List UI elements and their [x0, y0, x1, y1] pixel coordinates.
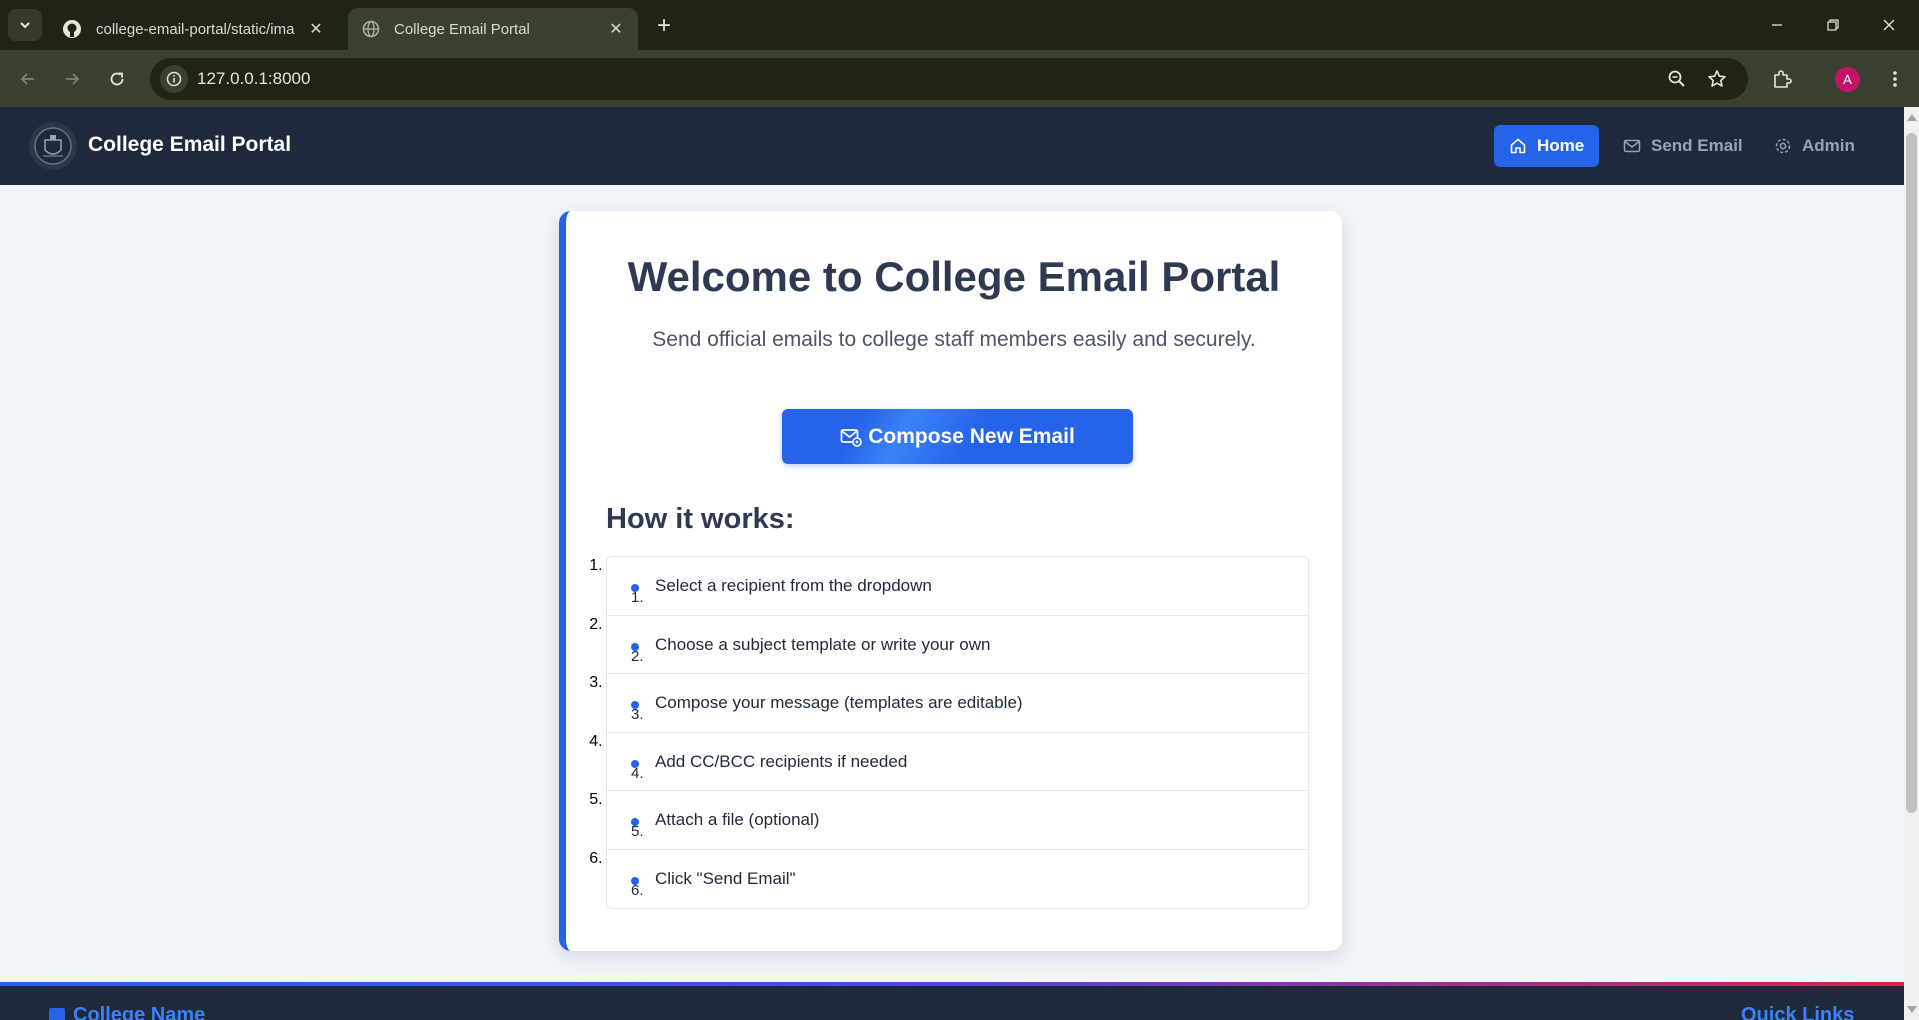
restore-button[interactable] [1810, 8, 1856, 42]
step-text: Compose your message (templates are edit… [655, 693, 1023, 712]
list-item: 4. Add CC/BCC recipients if needed [607, 733, 1308, 791]
welcome-card: Welcome to College Email Portal Send off… [559, 211, 1342, 951]
step-number: 1. [631, 589, 644, 606]
minimize-icon [1772, 24, 1782, 26]
new-tab-button[interactable]: + [650, 12, 678, 40]
close-icon [1883, 19, 1895, 31]
page-title: Welcome to College Email Portal [627, 253, 1281, 300]
step-number: 5. [631, 823, 644, 840]
how-it-works-heading: How it works: [606, 503, 795, 535]
puzzle-icon [1774, 70, 1792, 88]
restore-icon [1827, 19, 1839, 31]
footer-accent-bar [0, 982, 1904, 986]
page-viewport: College Email Portal Home Send Email Adm… [0, 107, 1904, 1020]
site-footer: College Name Quick Links [0, 982, 1904, 1020]
chevron-down-icon [20, 22, 30, 29]
github-icon [63, 20, 81, 38]
globe-icon [362, 20, 380, 38]
footer-college-name-label: College Name [73, 1004, 206, 1020]
arrow-left-icon [20, 73, 34, 85]
list-item: 3. Compose your message (templates are e… [607, 674, 1308, 733]
list-item: 6. Click "Send Email" [607, 850, 1308, 909]
step-number: 3. [631, 706, 644, 723]
zoom-button[interactable] [1662, 64, 1692, 94]
browser-tab-bar: college-email-portal/static/ima ✕ Colleg… [0, 0, 1919, 50]
close-window-button[interactable] [1866, 8, 1912, 42]
info-icon [166, 71, 182, 87]
step-number: 6. [631, 881, 644, 899]
scroll-up-arrow-icon[interactable] [1907, 114, 1917, 121]
nav-send-email-label: Send Email [1651, 136, 1743, 155]
nav-send-email[interactable]: Send Email [1608, 125, 1758, 167]
url-text: 127.0.0.1:8000 [197, 69, 311, 88]
tab-search-button[interactable] [8, 9, 42, 41]
college-crest-icon [34, 127, 72, 165]
step-text: Click "Send Email" [655, 868, 796, 888]
home-icon [1509, 137, 1527, 155]
footer-quick-links-label: Quick Links [1741, 1004, 1855, 1020]
step-number: 4. [631, 764, 644, 782]
site-info-button[interactable] [160, 65, 188, 93]
nav-admin-label: Admin [1802, 136, 1855, 155]
college-logo[interactable] [29, 122, 77, 170]
tab-title: College Email Portal [394, 20, 530, 38]
compose-new-email-button[interactable]: Compose New Email [782, 409, 1133, 464]
back-button[interactable] [12, 63, 44, 95]
close-icon[interactable]: ✕ [606, 19, 626, 39]
footer-college-name: College Name [49, 1004, 205, 1020]
scroll-down-arrow-icon[interactable] [1907, 1006, 1917, 1013]
step-text: Select a recipient from the dropdown [655, 576, 932, 595]
browser-tab-github[interactable]: college-email-portal/static/ima ✕ [48, 8, 338, 50]
step-text: Attach a file (optional) [655, 810, 820, 829]
reload-icon [110, 72, 124, 86]
minimize-button[interactable] [1754, 8, 1800, 42]
list-item: 5. Attach a file (optional) [607, 791, 1308, 850]
compose-new-email-label: Compose New Email [868, 424, 1075, 448]
browser-toolbar: 127.0.0.1:8000 A [0, 50, 1919, 107]
browser-menu-button[interactable] [1879, 63, 1911, 95]
step-number: 2. [631, 647, 644, 665]
nav-home-label: Home [1537, 136, 1585, 155]
forward-button[interactable] [56, 63, 88, 95]
star-icon [1708, 70, 1726, 87]
step-text: Choose a subject template or write your … [655, 634, 991, 654]
reload-button[interactable] [101, 63, 133, 95]
nav-admin[interactable]: Admin [1759, 125, 1870, 167]
steps-list: 1. Select a recipient from the dropdown … [606, 556, 1309, 909]
scrollbar-thumb[interactable] [1906, 133, 1917, 813]
browser-tab-portal[interactable]: College Email Portal ✕ [348, 8, 638, 50]
page-scrollbar[interactable] [1904, 107, 1919, 1020]
bookmark-button[interactable] [1702, 64, 1732, 94]
tab-title: college-email-portal/static/ima [96, 20, 295, 38]
mail-icon [1623, 137, 1641, 155]
profile-avatar[interactable]: A [1835, 67, 1860, 92]
gear-icon [1774, 137, 1792, 155]
mail-compose-icon [840, 426, 863, 448]
list-item: 1. Select a recipient from the dropdown [607, 557, 1308, 616]
building-icon [49, 1007, 65, 1020]
kebab-menu-icon [1893, 71, 1897, 87]
site-navbar: College Email Portal Home Send Email Adm… [0, 107, 1904, 185]
page-subtitle: Send official emails to college staff me… [652, 328, 1256, 351]
list-item: 2. Choose a subject template or write yo… [607, 616, 1308, 674]
extensions-button[interactable] [1766, 63, 1798, 95]
arrow-right-icon [66, 73, 80, 85]
address-bar[interactable]: 127.0.0.1:8000 [150, 58, 1748, 100]
site-brand[interactable]: College Email Portal [88, 133, 291, 157]
step-text: Add CC/BCC recipients if needed [655, 751, 908, 771]
nav-home[interactable]: Home [1494, 125, 1600, 167]
close-icon[interactable]: ✕ [306, 19, 326, 39]
zoom-out-icon [1668, 70, 1685, 87]
footer-quick-links: Quick Links [1741, 1004, 1854, 1020]
